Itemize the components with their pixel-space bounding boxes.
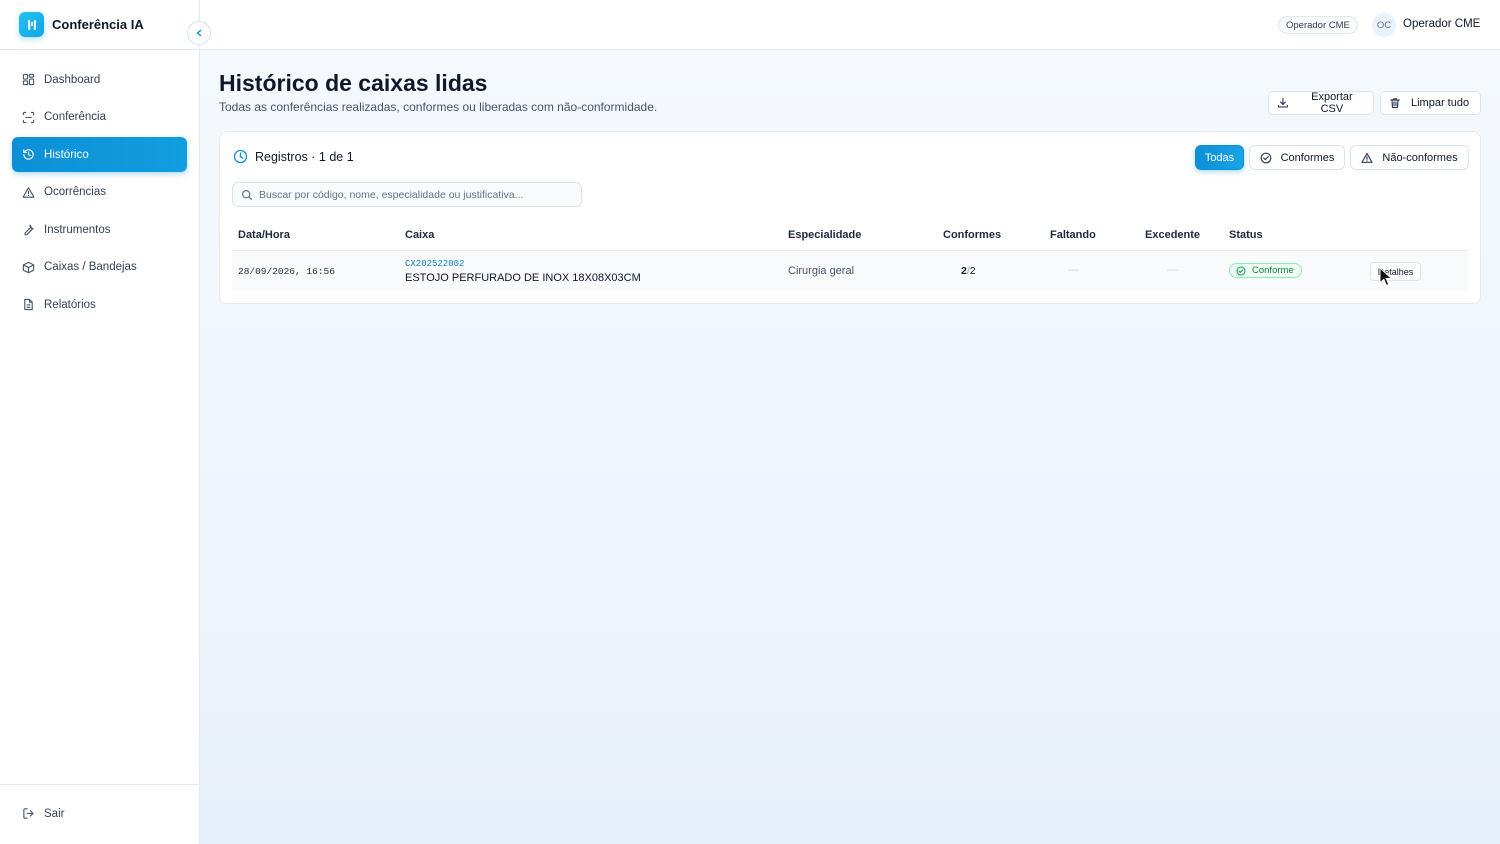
column-header-datetime[interactable]: Data/Hora [238, 229, 290, 241]
column-header-box[interactable]: Caixa [405, 229, 434, 241]
table-row[interactable]: 28/09/2026, 16:56 CX202522002 ESTOJO PER… [232, 251, 1469, 291]
search-icon [241, 189, 253, 200]
search-box [232, 182, 582, 207]
user-name[interactable]: Operador CME [1403, 18, 1480, 30]
page-subtitle: Todas as conferências realizadas, confor… [219, 100, 658, 114]
sidebar-item-conferencia[interactable]: Conferência [12, 100, 187, 135]
filter-compliant-button[interactable]: Conformes [1249, 145, 1345, 170]
filter-all-button[interactable]: Todas [1195, 145, 1244, 170]
status-label: Conforme [1252, 265, 1294, 276]
clear-all-button[interactable]: Limpar tudo [1380, 91, 1481, 115]
export-csv-button[interactable]: Exportar CSV [1268, 91, 1374, 115]
clear-all-label: Limpar tudo [1411, 97, 1470, 109]
check-circle-icon [1236, 265, 1246, 276]
grid-icon [22, 73, 35, 86]
warning-icon [1361, 152, 1373, 163]
row-box-code: CX202522002 [405, 259, 465, 269]
warning-icon [22, 186, 35, 198]
document-icon [24, 298, 33, 311]
sidebar-item-relatorios[interactable]: Relatórios [12, 287, 187, 322]
sidebar-item-label: Histórico [44, 148, 89, 161]
box-icon [22, 261, 35, 273]
app-logo-icon [19, 12, 44, 37]
row-compliant-total: 2 [969, 265, 976, 277]
scan-icon [22, 111, 35, 123]
column-header-status[interactable]: Status [1229, 229, 1263, 241]
sidebar-item-label: Caixas / Bandejas [44, 261, 137, 273]
filter-noncompliant-label: Não-conformes [1382, 151, 1458, 164]
row-box-name: ESTOJO PERFURADO DE INOX 18X08X03CM [405, 272, 641, 284]
details-button[interactable]: Detalhes [1370, 262, 1421, 281]
row-compliant: 2/2 [961, 265, 976, 277]
row-datetime: 28/09/2026, 16:56 [238, 266, 335, 277]
clock-icon [233, 149, 248, 164]
sidebar-item-label: Ocorrências [44, 186, 106, 198]
records-title: Registros · 1 de 1 [233, 149, 354, 164]
column-header-compliant[interactable]: Conformes [943, 229, 1001, 241]
column-header-specialty[interactable]: Especialidade [788, 229, 861, 241]
column-header-missing[interactable]: Faltando [1050, 229, 1096, 241]
topbar: Operador CME OC Operador CME [200, 0, 1500, 50]
row-missing: — [1068, 264, 1079, 276]
sidebar-item-label: Relatórios [44, 298, 96, 311]
sidebar-item-ocorrencias[interactable]: Ocorrências [12, 175, 187, 210]
sidebar-item-instrumentos[interactable]: Instrumentos [12, 212, 187, 247]
sidebar-item-historico[interactable]: Histórico [12, 137, 187, 172]
row-specialty: Cirurgia geral [788, 265, 855, 277]
sidebar-item-dashboard[interactable]: Dashboard [12, 62, 187, 97]
sidebar: Conferência IA Dashboard Conferência His… [0, 0, 211, 844]
logout-button[interactable]: Sair [22, 807, 64, 820]
main-content: Histórico de caixas lidas Todas as confe… [200, 50, 1500, 844]
sidebar-item-label: Instrumentos [44, 223, 111, 236]
wrench-icon [24, 224, 34, 236]
sidebar-item-caixas-bandejas[interactable]: Caixas / Bandejas [12, 250, 187, 285]
logout-icon [23, 808, 34, 819]
export-csv-label: Exportar CSV [1311, 91, 1353, 115]
records-count: Registros · 1 de 1 [255, 149, 354, 164]
sidebar-nav: Dashboard Conferência Histórico Ocorrênc… [12, 62, 187, 325]
check-circle-icon [1260, 152, 1271, 163]
collapse-sidebar-button[interactable] [187, 21, 211, 45]
filter-noncompliant-button[interactable]: Não-conformes [1350, 145, 1469, 170]
status-badge: Conforme [1229, 263, 1302, 278]
page-title: Histórico de caixas lidas [219, 70, 488, 96]
row-excess: — [1167, 264, 1178, 276]
sidebar-item-label: Conferência [44, 111, 107, 123]
brand[interactable]: Conferência IA [0, 0, 200, 50]
logout-label: Sair [44, 807, 65, 820]
history-icon [23, 149, 34, 160]
chevron-left-icon [196, 29, 202, 37]
download-icon [1277, 97, 1288, 108]
sidebar-item-label: Dashboard [44, 73, 101, 86]
sidebar-footer: Sair [0, 784, 200, 844]
role-badge: Operador CME [1278, 16, 1358, 34]
filter-compliant-label: Conformes [1280, 151, 1335, 164]
column-header-excess[interactable]: Excedente [1145, 229, 1200, 241]
avatar[interactable]: OC [1372, 13, 1396, 37]
mouse-cursor-icon [1379, 267, 1393, 287]
app-name: Conferência IA [52, 17, 144, 32]
search-input[interactable] [259, 188, 579, 201]
trash-icon [1390, 98, 1400, 109]
records-card: Registros · 1 de 1 Todas Conformes Não-c… [219, 131, 1481, 304]
